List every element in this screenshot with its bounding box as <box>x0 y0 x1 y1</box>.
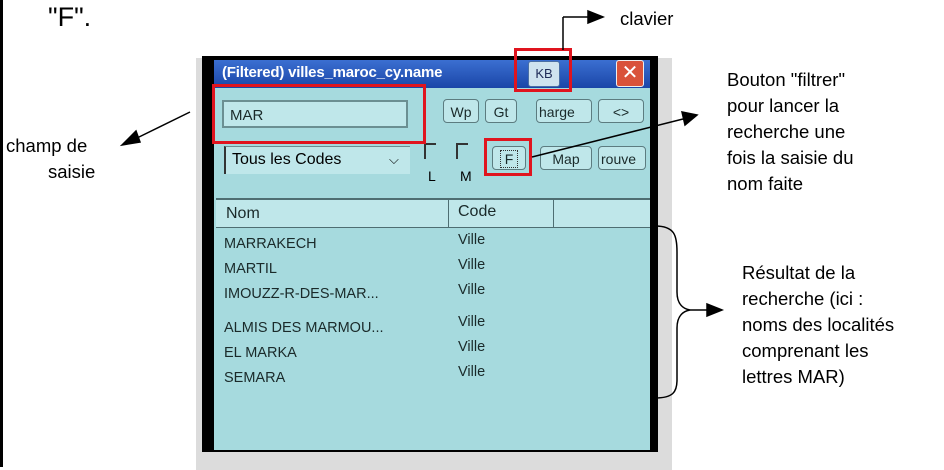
arrow-champ-head <box>119 129 142 147</box>
annotation-arrows <box>119 9 725 399</box>
arrow-filtrer-head <box>681 111 699 127</box>
arrow-filtrer <box>531 118 684 158</box>
arrow-clavier-head <box>587 9 606 25</box>
arrow-champ <box>136 111 191 139</box>
result-brace <box>654 225 691 399</box>
arrow-resultat-head <box>706 302 725 318</box>
